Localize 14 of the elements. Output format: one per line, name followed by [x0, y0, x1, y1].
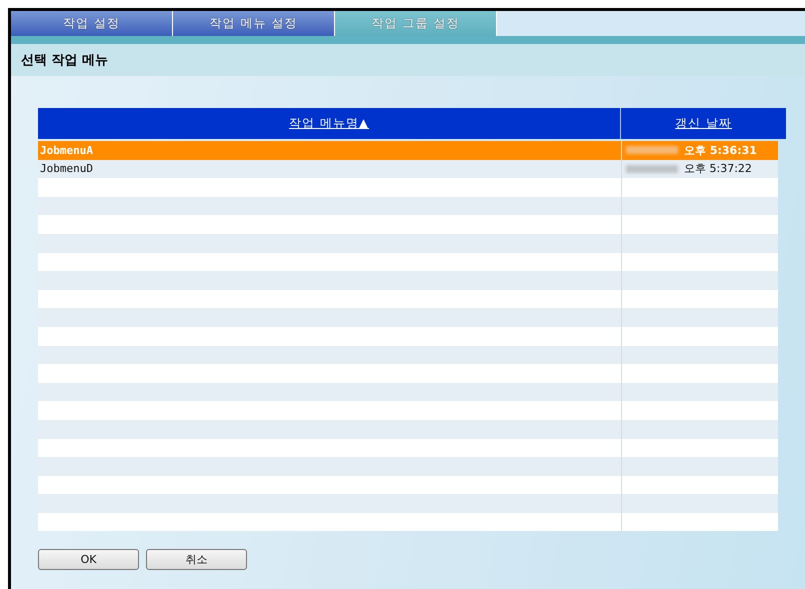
time-text: 오후 5:36:31	[684, 142, 757, 158]
ok-button[interactable]: OK	[38, 549, 139, 570]
column-header-link[interactable]: 갱신 날짜	[675, 115, 732, 132]
time-text: 오후 5:37:22	[684, 161, 752, 176]
redacted-date	[626, 164, 678, 173]
redacted-date	[626, 146, 678, 154]
cancel-button[interactable]: 취소	[146, 549, 247, 570]
tab[interactable]: 작업 설정	[11, 11, 173, 36]
table-cell-text: JobmenuA	[39, 142, 94, 159]
section-title: 선택 작업 메뉴	[21, 52, 108, 69]
tab[interactable]: 작업 메뉴 설정	[173, 11, 335, 36]
table-cell-text: JobmenuD	[39, 161, 94, 178]
table-row[interactable]: JobmenuD 오후 5:37:22	[38, 160, 778, 178]
column-header-link[interactable]: 작업 메뉴명▲	[289, 115, 370, 132]
